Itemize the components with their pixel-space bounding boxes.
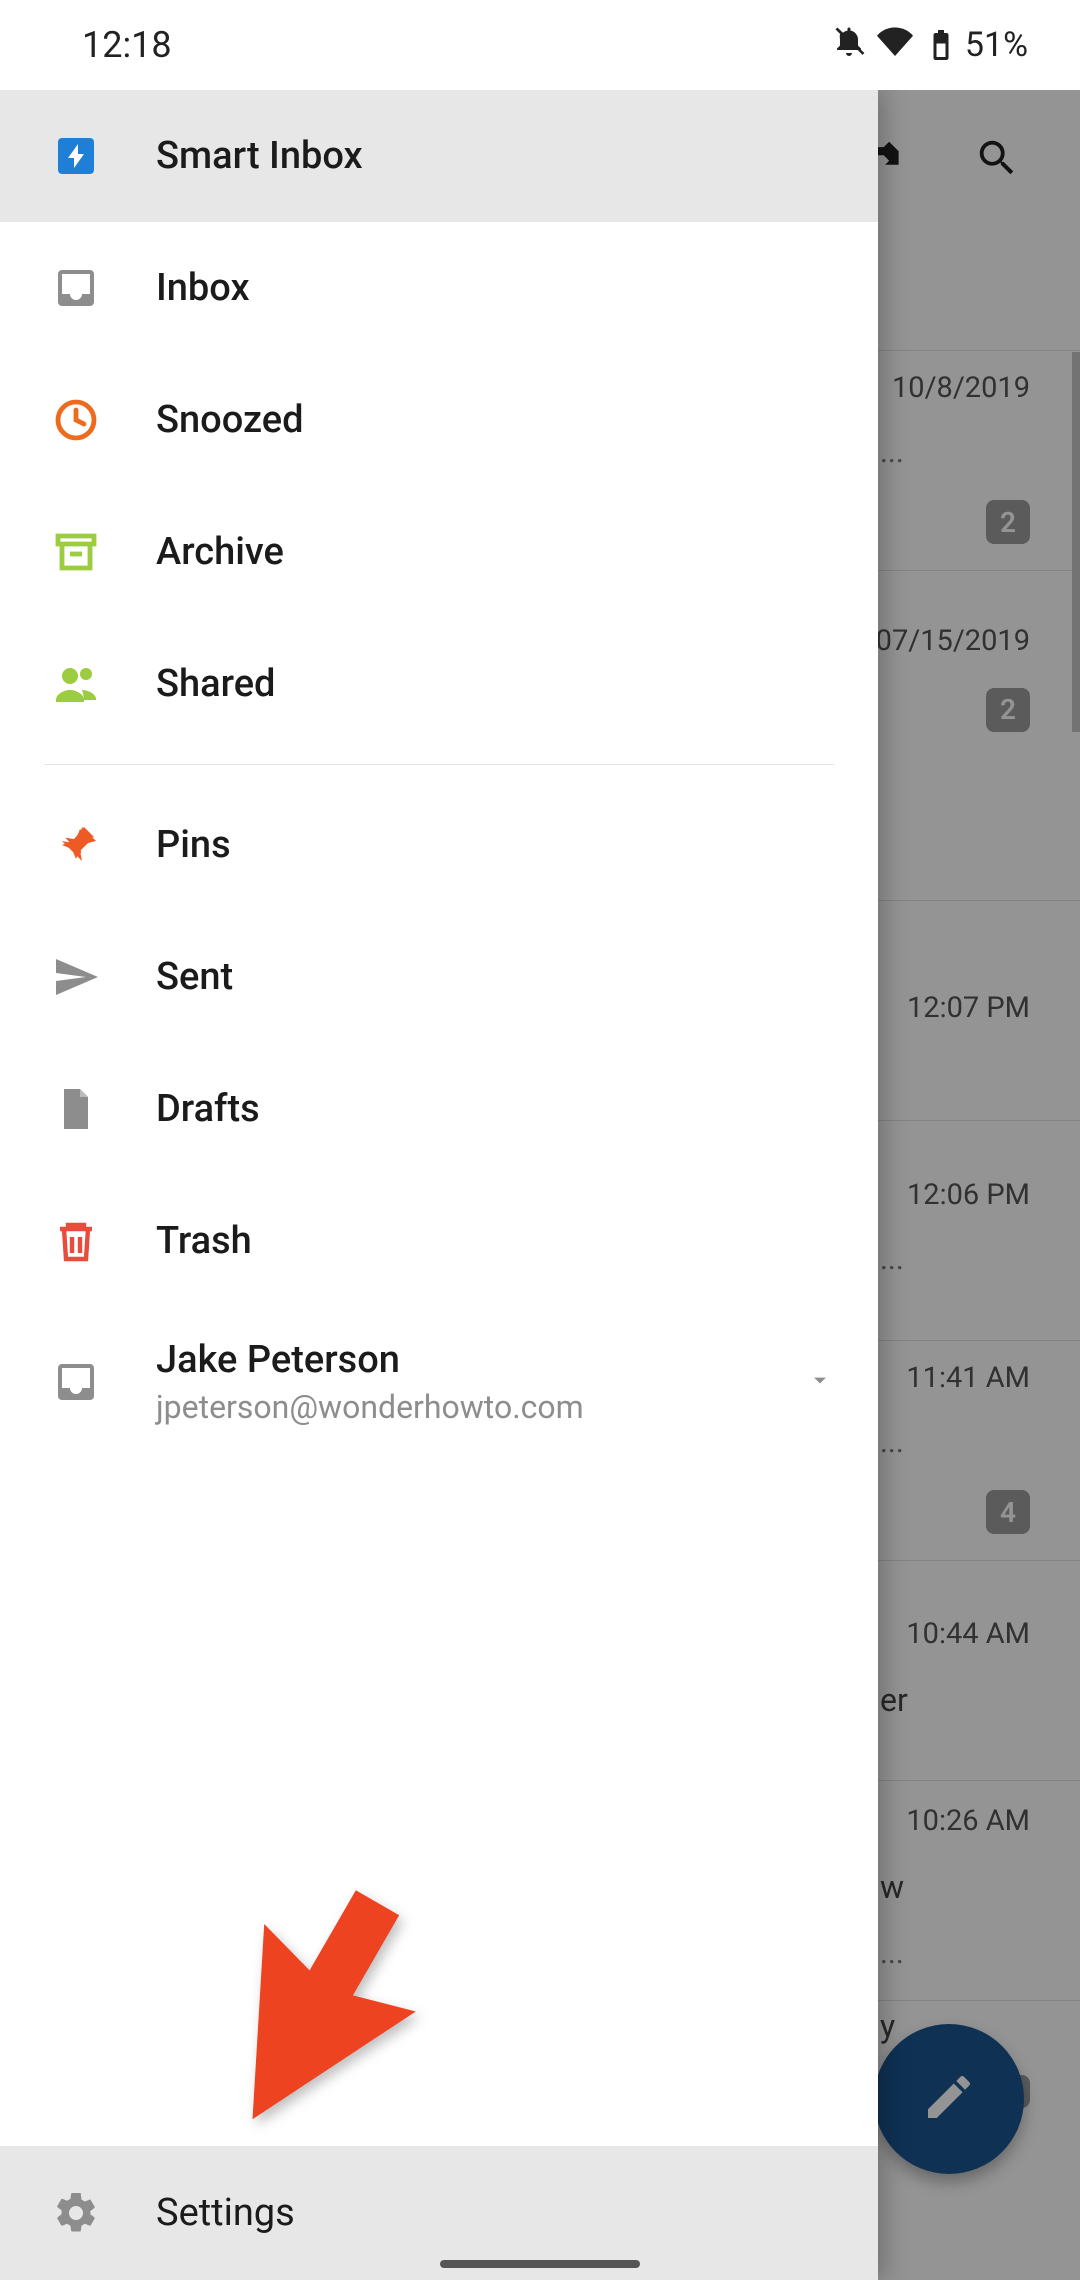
divider xyxy=(44,764,834,765)
nav-label: Trash xyxy=(156,1219,252,1263)
gesture-handle[interactable] xyxy=(440,2260,640,2268)
trash-icon xyxy=(50,1215,102,1267)
archive-icon xyxy=(50,526,102,578)
inbox-icon xyxy=(50,1356,102,1408)
nav-sent[interactable]: Sent xyxy=(0,911,878,1043)
scroll-indicator xyxy=(1072,352,1080,732)
annotation-arrow xyxy=(190,1886,440,2136)
nav-label: Drafts xyxy=(156,1087,260,1131)
account-email: jpeterson@wonderhowto.com xyxy=(156,1388,752,1426)
wifi-icon xyxy=(877,23,913,68)
status-bar: 12:18 51% xyxy=(0,0,1080,90)
file-icon xyxy=(50,1083,102,1135)
nav-archive[interactable]: Archive xyxy=(0,486,878,618)
nav-label: Inbox xyxy=(156,266,250,310)
clock-icon xyxy=(50,394,102,446)
nav-smart-inbox[interactable]: Smart Inbox xyxy=(0,90,878,222)
nav-drafts[interactable]: Drafts xyxy=(0,1043,878,1175)
nav-label: Sent xyxy=(156,955,233,999)
battery-indicator: 51% xyxy=(923,25,1028,65)
nav-label: Settings xyxy=(156,2191,295,2235)
pin-icon xyxy=(50,819,102,871)
nav-label: Smart Inbox xyxy=(156,134,363,178)
paper-plane-icon xyxy=(50,951,102,1003)
people-icon xyxy=(50,658,102,710)
nav-shared[interactable]: Shared xyxy=(0,618,878,750)
bolt-box-icon xyxy=(50,130,102,182)
gear-icon xyxy=(50,2187,102,2239)
nav-settings[interactable]: Settings xyxy=(0,2146,878,2280)
nav-label: Archive xyxy=(156,530,284,574)
nav-pins[interactable]: Pins xyxy=(0,779,878,911)
inbox-icon xyxy=(50,262,102,314)
nav-snoozed[interactable]: Snoozed xyxy=(0,354,878,486)
account-name: Jake Peterson xyxy=(156,1338,752,1382)
nav-label: Shared xyxy=(156,662,275,706)
nav-label: Snoozed xyxy=(156,398,304,442)
account-row[interactable]: Jake Peterson jpeterson@wonderhowto.com xyxy=(0,1307,878,1457)
clock: 12:18 xyxy=(82,24,172,66)
notifications-off-icon xyxy=(831,23,867,68)
nav-inbox[interactable]: Inbox xyxy=(0,222,878,354)
battery-percent: 51% xyxy=(965,25,1028,65)
nav-label: Pins xyxy=(156,823,231,867)
chevron-down-icon[interactable] xyxy=(806,1366,834,1398)
nav-trash[interactable]: Trash xyxy=(0,1175,878,1307)
